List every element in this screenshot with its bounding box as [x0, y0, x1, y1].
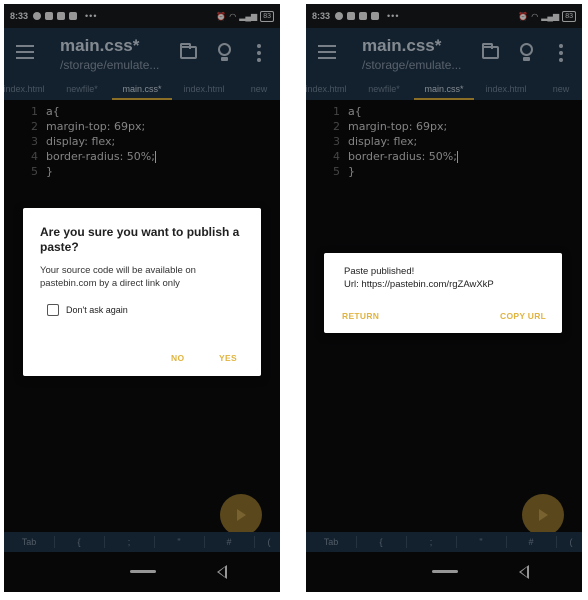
- return-button[interactable]: RETURN: [342, 311, 379, 321]
- dont-ask-again-label[interactable]: Don't ask again: [66, 305, 128, 315]
- yes-button[interactable]: YES: [219, 353, 237, 363]
- paste-published-dialog: Paste published! Url: https://pastebin.c…: [324, 253, 562, 333]
- dialog-message: Your source code will be available on pa…: [40, 265, 196, 289]
- dont-ask-again-checkbox[interactable]: [47, 304, 59, 316]
- no-button[interactable]: NO: [171, 353, 184, 363]
- published-url: Url: https://pastebin.com/rgZAwXkP: [344, 279, 494, 290]
- publish-confirm-dialog: Are you sure you want to publish a paste…: [23, 208, 261, 376]
- phone-screen-right: 8:33 ••• ⏰ ◠ ▂▄▆ 83 main.css* /storage/e…: [306, 4, 582, 592]
- dialog-title: Are you sure you want to publish a paste…: [40, 225, 240, 254]
- copy-url-button[interactable]: COPY URL: [500, 311, 546, 321]
- phone-screen-left: 8:33 ••• ⏰ ◠ ▂▄▆ 83 main.css* /storage/e…: [4, 4, 280, 592]
- published-title: Paste published!: [344, 266, 415, 277]
